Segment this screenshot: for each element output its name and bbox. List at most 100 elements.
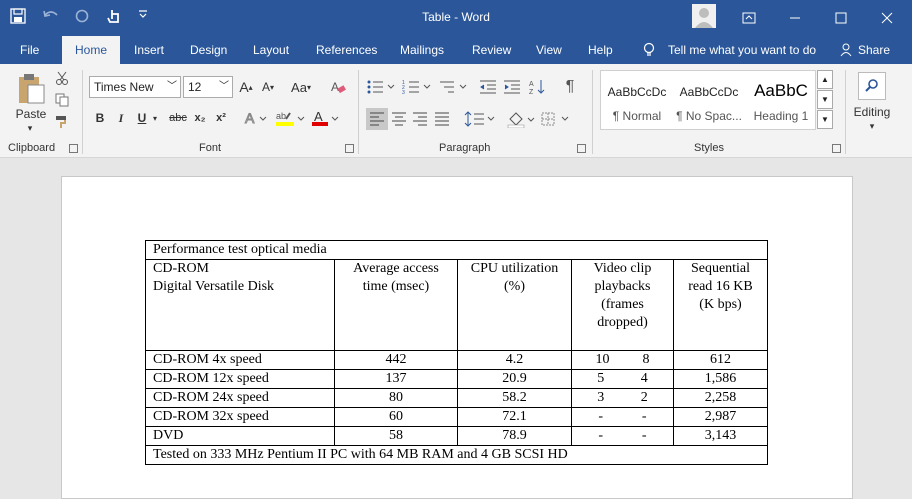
align-right-icon[interactable] xyxy=(410,108,430,130)
show-hide-formatting-icon[interactable]: ¶ xyxy=(560,76,580,98)
user-avatar-icon[interactable] xyxy=(692,4,716,28)
tab-mailings[interactable]: Mailings xyxy=(400,36,444,64)
style-no-spacing[interactable]: AaBbCcDc ¶ No Spac... xyxy=(673,71,745,129)
tab-design[interactable]: Design xyxy=(190,36,227,64)
table-cell[interactable]: 2,987 xyxy=(673,407,768,427)
multilevel-list-icon[interactable] xyxy=(438,76,472,98)
chevron-down-icon[interactable]: ﹀ xyxy=(167,77,177,97)
table-footer[interactable]: Tested on 333 MHz Pentium II PC with 64 … xyxy=(145,445,768,465)
close-icon[interactable] xyxy=(864,0,910,36)
tab-file[interactable]: File xyxy=(20,36,39,64)
share-button[interactable]: Share xyxy=(858,36,890,64)
table-cell[interactable]: CD-ROM 32x speed xyxy=(145,407,335,427)
minimize-icon[interactable] xyxy=(772,0,818,36)
table-cell[interactable]: 78.9 xyxy=(457,426,572,446)
table-cell[interactable]: CD-ROM 24x speed xyxy=(145,388,335,408)
table-cell[interactable]: 80 xyxy=(334,388,458,408)
chevron-down-icon[interactable]: ﹀ xyxy=(219,77,229,97)
cut-icon[interactable] xyxy=(54,70,70,86)
editing-button[interactable]: Editing xyxy=(850,104,894,120)
table-header-cell[interactable]: Average access time (msec) xyxy=(334,259,458,351)
line-spacing-icon[interactable] xyxy=(464,108,496,130)
table-header-cell[interactable]: CD-ROM Digital Versatile Disk xyxy=(145,259,335,351)
style-heading-1[interactable]: AaBbC Heading 1 xyxy=(745,71,817,129)
paste-icon[interactable] xyxy=(12,70,50,106)
table-cell[interactable]: -- xyxy=(571,426,674,446)
bold-button[interactable]: B xyxy=(92,108,108,128)
tell-me-search[interactable]: Tell me what you want to do xyxy=(668,36,816,64)
clipboard-launcher-icon[interactable] xyxy=(69,144,78,153)
decrease-indent-icon[interactable] xyxy=(478,76,498,98)
change-case-icon[interactable]: Aa ▾ xyxy=(286,76,316,98)
table-title[interactable]: Performance test optical media xyxy=(145,240,768,260)
format-painter-icon[interactable] xyxy=(54,114,70,130)
underline-button[interactable]: U xyxy=(134,108,150,128)
justify-icon[interactable] xyxy=(432,108,452,130)
align-left-icon[interactable] xyxy=(366,108,388,130)
lightbulb-icon[interactable] xyxy=(642,36,656,64)
ribbon-display-options-icon[interactable] xyxy=(726,0,772,36)
italic-button[interactable]: I xyxy=(113,108,129,128)
share-icon[interactable] xyxy=(840,36,854,64)
table-cell[interactable]: -- xyxy=(571,407,674,427)
table-cell[interactable]: 10 8 xyxy=(571,350,674,370)
tab-insert[interactable]: Insert xyxy=(134,36,164,64)
font-color-icon[interactable]: A xyxy=(310,108,342,128)
tab-home[interactable]: Home xyxy=(62,36,120,65)
table-cell[interactable]: 58 xyxy=(334,426,458,446)
table-cell[interactable]: 612 xyxy=(673,350,768,370)
styles-launcher-icon[interactable] xyxy=(832,144,841,153)
copy-icon[interactable] xyxy=(54,92,70,108)
align-center-icon[interactable] xyxy=(389,108,409,130)
borders-icon[interactable] xyxy=(540,108,572,130)
table-cell[interactable]: 20.9 xyxy=(457,369,572,389)
table-cell[interactable]: CD-ROM 12x speed xyxy=(145,369,335,389)
paste-button[interactable]: Paste xyxy=(14,106,48,122)
numbering-icon[interactable]: 123 xyxy=(402,76,436,98)
table-cell[interactable]: 60 xyxy=(334,407,458,427)
increase-indent-icon[interactable] xyxy=(502,76,522,98)
table-cell[interactable]: DVD xyxy=(145,426,335,446)
table-cell[interactable]: 1,586 xyxy=(673,369,768,389)
table-header-cell[interactable]: Video clip playbacks (frames dropped) xyxy=(571,259,674,351)
clear-formatting-icon[interactable]: A xyxy=(328,76,348,98)
table-cell[interactable]: 2,258 xyxy=(673,388,768,408)
bullets-icon[interactable] xyxy=(366,76,400,98)
underline-dropdown-icon[interactable]: ▾ xyxy=(150,108,160,128)
paste-dropdown-icon[interactable]: ▾ xyxy=(20,122,40,134)
find-icon[interactable] xyxy=(858,72,886,100)
table-header-cell[interactable]: CPU utilization (%) xyxy=(457,259,572,351)
tab-view[interactable]: View xyxy=(536,36,562,64)
table-cell[interactable]: 58.2 xyxy=(457,388,572,408)
table-cell[interactable]: 32 xyxy=(571,388,674,408)
maximize-icon[interactable] xyxy=(818,0,864,36)
table-cell[interactable]: 72.1 xyxy=(457,407,572,427)
text-effects-icon[interactable]: A xyxy=(244,108,268,128)
more-styles-icon[interactable]: ▼ xyxy=(817,110,833,129)
chevron-down-icon[interactable]: ▼ xyxy=(817,90,833,109)
sort-icon[interactable]: AZ xyxy=(528,76,548,98)
highlight-color-icon[interactable]: ab xyxy=(274,108,308,128)
tab-references[interactable]: References xyxy=(316,36,377,64)
table-cell[interactable]: 442 xyxy=(334,350,458,370)
tab-review[interactable]: Review xyxy=(472,36,511,64)
table-cell[interactable]: 4.2 xyxy=(457,350,572,370)
table-cell[interactable]: CD-ROM 4x speed xyxy=(145,350,335,370)
grow-font-icon[interactable]: A ▴ xyxy=(236,76,256,98)
table-cell[interactable]: 137 xyxy=(334,369,458,389)
font-name-combo[interactable]: Times New ﹀ xyxy=(89,76,181,98)
tab-layout[interactable]: Layout xyxy=(253,36,289,64)
strikethrough-button[interactable]: abc xyxy=(166,108,190,128)
style-normal[interactable]: AaBbCcDc ¶ Normal xyxy=(601,71,673,129)
table-cell[interactable]: 3,143 xyxy=(673,426,768,446)
shading-icon[interactable] xyxy=(506,108,538,130)
table-header-cell[interactable]: Sequential read 16 KB (K bps) xyxy=(673,259,768,351)
font-size-combo[interactable]: 12 ﹀ xyxy=(183,76,233,98)
font-launcher-icon[interactable] xyxy=(345,144,354,153)
performance-table[interactable]: Performance test optical media CD-ROM Di… xyxy=(145,240,768,465)
tab-help[interactable]: Help xyxy=(588,36,613,64)
table-cell[interactable]: 54 xyxy=(571,369,674,389)
subscript-button[interactable]: x₂ xyxy=(192,108,208,128)
superscript-button[interactable]: x² xyxy=(213,108,229,128)
chevron-up-icon[interactable]: ▲ xyxy=(817,70,833,89)
